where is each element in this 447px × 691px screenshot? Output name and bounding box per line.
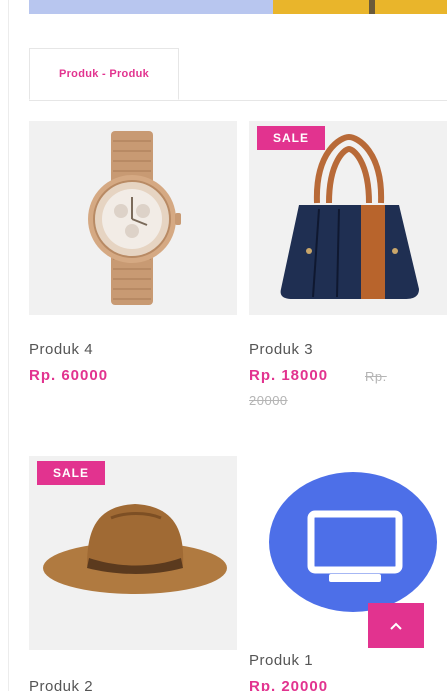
product-image-hat[interactable] [29, 456, 237, 650]
sale-badge: SALE [257, 126, 325, 150]
banner-graphic [273, 0, 447, 14]
tab-bar: Produk - Produk [29, 48, 447, 101]
product-price: Rp. 20000 [249, 678, 329, 691]
product-image-watch[interactable] [29, 121, 237, 315]
hat-image [43, 504, 227, 594]
chevron-up-icon [390, 622, 402, 630]
product-price: Rp. 18000 [249, 367, 329, 384]
product-image-handbag[interactable] [249, 121, 447, 315]
banner-image[interactable] [29, 0, 447, 14]
product-card[interactable]: SALE Produk 2 [29, 456, 237, 691]
product-name[interactable]: Produk 3 [249, 341, 313, 358]
product-card[interactable]: Produk 4 Rp. 60000 [29, 121, 237, 421]
product-card[interactable]: SALE Produk 3 Rp. 18000 Rp. 20000 [249, 121, 447, 421]
handbag-image [280, 133, 419, 299]
product-price: Rp. 60000 [29, 367, 109, 384]
tab-produk[interactable]: Produk - Produk [29, 48, 179, 100]
product-old-price: 20000 [249, 393, 288, 408]
product-name[interactable]: Produk 1 [249, 652, 313, 669]
watch-image [88, 131, 181, 305]
product-old-price: Rp. [365, 369, 387, 384]
sale-badge: SALE [37, 461, 105, 485]
product-card[interactable]: Produk 1 Rp. 20000 [249, 456, 447, 691]
product-name[interactable]: Produk 2 [29, 678, 93, 691]
page: Produk - Produk Produk 4 Rp. 60000 SALE … [0, 0, 447, 691]
scroll-to-top-button[interactable] [368, 603, 424, 648]
product-name[interactable]: Produk 4 [29, 341, 93, 358]
divider [8, 0, 9, 691]
